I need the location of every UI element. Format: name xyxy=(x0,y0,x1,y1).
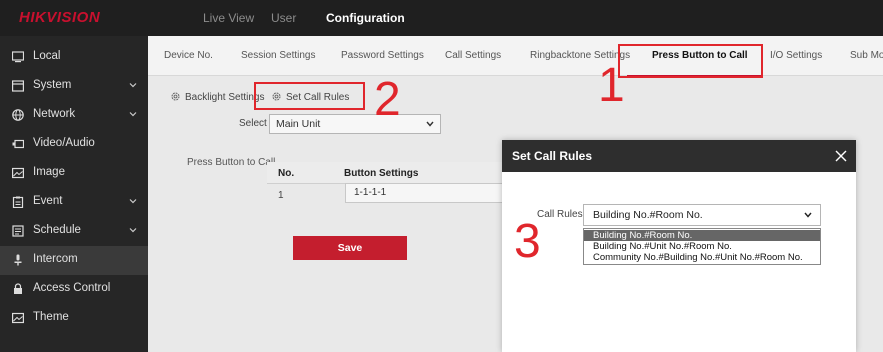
schedule-icon xyxy=(12,225,24,237)
chevron-down-icon xyxy=(129,199,137,204)
globe-icon xyxy=(12,109,24,121)
sidebar-item-label: Access Control xyxy=(33,282,111,294)
call-rules-select[interactable]: Building No.#Room No. xyxy=(583,204,821,226)
call-rules-dropdown-list: Building No.#Room No. Building No.#Unit … xyxy=(583,228,821,265)
call-rules-select-value: Building No.#Room No. xyxy=(593,209,703,221)
annotation-box-tab xyxy=(618,44,763,78)
sidebar-item-event[interactable]: Event xyxy=(0,188,148,217)
sidebar-item-theme[interactable]: Theme xyxy=(0,304,148,333)
annotation-box-subtab xyxy=(254,82,365,110)
table-header: No. Button Settings xyxy=(267,162,507,184)
window-icon xyxy=(12,80,24,92)
gear-icon xyxy=(171,92,180,101)
chevron-down-icon xyxy=(804,212,812,218)
sidebar-item-label: Video/Audio xyxy=(33,137,95,149)
config-tab-bar: Device No. Session Settings Password Set… xyxy=(148,36,883,76)
sidebar-item-label: Event xyxy=(33,195,63,207)
lock-icon xyxy=(14,283,22,294)
sidebar-item-video-audio[interactable]: Video/Audio xyxy=(0,130,148,159)
call-rules-label: Call Rules xyxy=(537,209,583,220)
chevron-down-icon xyxy=(129,112,137,117)
unit-select-value: Main Unit xyxy=(276,118,321,130)
select-label: Select xyxy=(239,118,267,129)
sidebar-item-access-control[interactable]: Access Control xyxy=(0,275,148,304)
chevron-down-icon xyxy=(426,121,434,127)
nav-user[interactable]: User xyxy=(271,0,296,36)
person-icon xyxy=(14,254,22,266)
tab-session-settings[interactable]: Session Settings xyxy=(241,50,316,61)
top-bar: HIKVISION Live View User Configuration xyxy=(0,0,883,36)
tab-io-settings[interactable]: I/O Settings xyxy=(770,50,822,61)
sidebar-item-image[interactable]: Image xyxy=(0,159,148,188)
subtab-backlight-settings[interactable]: Backlight Settings xyxy=(170,91,265,103)
sidebar-item-system[interactable]: System xyxy=(0,72,148,101)
tab-sub-module[interactable]: Sub Mo xyxy=(850,50,883,61)
sidebar-item-label: Network xyxy=(33,108,76,120)
video-icon xyxy=(12,139,24,149)
sidebar-item-label: Image xyxy=(33,166,65,178)
column-header-no: No. xyxy=(278,168,295,179)
press-button-label: Press Button to Call xyxy=(187,157,276,168)
close-icon[interactable] xyxy=(835,150,847,162)
sidebar-item-label: Intercom xyxy=(33,253,78,265)
tab-password-settings[interactable]: Password Settings xyxy=(341,50,424,61)
monitor-icon xyxy=(12,51,24,63)
dropdown-option[interactable]: Community No.#Building No.#Unit No.#Room… xyxy=(584,252,820,263)
sidebar-item-label: Local xyxy=(33,50,61,62)
sidebar-item-label: Schedule xyxy=(33,224,81,236)
dialog-title: Set Call Rules xyxy=(512,149,593,163)
hikvision-logo: HIKVISION xyxy=(19,9,101,26)
nav-live-view[interactable]: Live View xyxy=(203,0,254,36)
annotation-number-1: 1 xyxy=(598,59,625,112)
subtab-label: Backlight Settings xyxy=(185,92,265,103)
column-header-button-settings: Button Settings xyxy=(344,168,419,179)
clipboard-icon xyxy=(12,196,24,208)
annotation-number-3: 3 xyxy=(514,215,541,268)
sidebar-item-label: System xyxy=(33,79,72,91)
dropdown-option[interactable]: Building No.#Room No. xyxy=(584,230,820,241)
image-icon xyxy=(12,312,24,324)
dropdown-option[interactable]: Building No.#Unit No.#Room No. xyxy=(584,241,820,252)
sidebar-item-local[interactable]: Local xyxy=(0,43,148,72)
sidebar-item-schedule[interactable]: Schedule xyxy=(0,217,148,246)
sidebar-item-intercom[interactable]: Intercom xyxy=(0,246,148,275)
row-no: 1 xyxy=(278,190,284,201)
dialog-header: Set Call Rules xyxy=(502,140,856,172)
button-settings-input[interactable]: 1-1-1-1 xyxy=(345,183,505,203)
tab-device-no[interactable]: Device No. xyxy=(164,50,213,61)
sidebar: Local System Network Video/Audio Image E… xyxy=(0,36,148,352)
chevron-down-icon xyxy=(129,83,137,88)
tab-call-settings[interactable]: Call Settings xyxy=(445,50,501,61)
chevron-down-icon xyxy=(129,228,137,233)
nav-configuration[interactable]: Configuration xyxy=(326,0,405,36)
unit-select[interactable]: Main Unit xyxy=(269,114,441,134)
image-icon xyxy=(12,167,24,179)
annotation-number-2: 2 xyxy=(374,73,401,126)
save-button[interactable]: Save xyxy=(293,236,407,260)
sidebar-item-label: Theme xyxy=(33,311,69,323)
sidebar-item-network[interactable]: Network xyxy=(0,101,148,130)
